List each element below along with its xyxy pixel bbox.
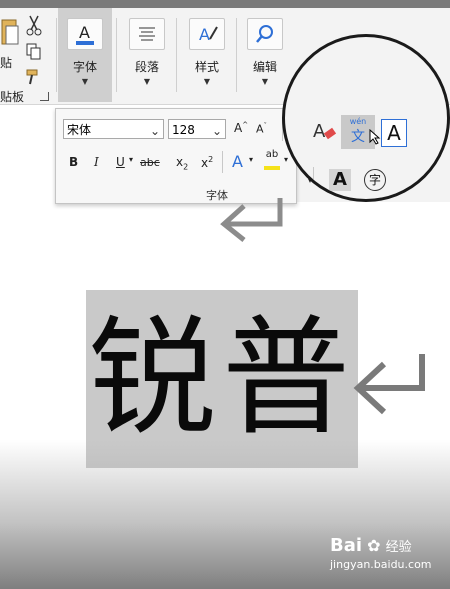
char-shading-button[interactable]: A [329,169,351,191]
font-dropdown-panel: 宋体 ⌄ 128 ⌄ A^ Aˇ B I U ▾ abc x2 x2 A ▾ a… [55,108,297,204]
paragraph-align-icon [129,18,165,50]
char-border-button[interactable]: A [381,119,407,147]
font-name-value: 宋体 [67,123,92,137]
chevron-down-icon[interactable]: ⌄ [150,121,160,141]
copy-icon [26,43,41,60]
superscript-mark: 2 [208,155,214,164]
magnifier-content: A wén 文 A A 字 [285,37,447,199]
styles-group-label: 样式 [194,60,219,74]
clipboard-launcher-icon[interactable] [40,92,49,101]
paragraph-mark-icon [353,354,425,415]
highlight-swatch [264,166,280,170]
font-group-button[interactable]: A 字体 ▼ [58,8,112,102]
grow-font-label: A [234,121,243,135]
grow-font-button[interactable]: A^ [234,121,248,135]
paragraph-mark-icon [220,198,283,242]
paragraph-group-label: 段落 [134,60,159,74]
chevron-down-icon[interactable]: ▾ [249,155,253,164]
search-icon [247,18,283,50]
group-separator [176,18,177,92]
styles-group-button[interactable]: A 样式 ▼ [180,8,234,102]
divider [222,151,223,173]
font-name-combobox[interactable]: 宋体 ⌄ [63,119,164,139]
strikethrough-button[interactable]: abc [140,156,160,169]
paragraph-group-button[interactable]: 段落 ▼ [120,8,174,102]
font-color-icon: A [67,18,103,50]
divider [313,167,314,193]
magnifier-circle: A wén 文 A A 字 [282,34,450,202]
svg-text:A: A [199,25,210,44]
shrink-font-label: A [256,122,264,136]
chevron-down-icon: ▼ [81,77,89,86]
shrink-font-button[interactable]: Aˇ [256,122,267,136]
subscript-mark: 2 [183,162,189,172]
group-separator [56,18,57,92]
italic-button[interactable]: I [94,155,99,169]
clear-format-label: A [313,121,326,142]
group-separator [236,18,237,92]
svg-text:A: A [79,23,90,42]
phonetic-top: wén [349,117,367,126]
clipboard-group: 贴 贴板 [0,8,55,104]
paw-icon: ✿ [367,536,381,555]
text-effects-button[interactable]: A [232,152,243,171]
chevron-down-icon[interactable]: ▾ [129,155,133,164]
clipboard-group-label: 贴板 [0,90,25,104]
window-top-strip [0,0,450,8]
clear-format-button[interactable]: A [313,121,337,142]
subscript-button[interactable]: x2 [176,155,188,171]
format-painter-icon [26,69,38,85]
paste-icon [1,19,19,45]
group-separator [116,18,117,92]
editing-group-button[interactable]: 编辑 ▼ [238,8,292,102]
watermark-url: jingyan.baidu.com [330,558,432,571]
watermark-brand: Bai [330,535,363,556]
font-size-value: 128 [172,123,195,137]
eraser-icon [323,127,337,140]
chevron-down-icon: ▼ [261,77,269,86]
chevron-down-icon: ▼ [203,77,211,86]
editing-group-label: 编辑 [252,60,277,74]
styles-icon: A [189,18,225,50]
superscript-button[interactable]: x2 [201,155,213,170]
underline-button[interactable]: U [116,155,125,169]
cut-icon [26,15,42,36]
chevron-down-icon[interactable]: ⌄ [212,121,222,141]
chevron-down-icon: ▼ [143,77,151,86]
highlight-button[interactable]: ab [264,149,280,170]
enclose-char-button[interactable]: 字 [364,169,386,191]
selected-document-text[interactable]: 锐普 [88,300,356,458]
mouse-pointer-icon [369,129,381,145]
bold-button[interactable]: B [69,155,78,169]
font-size-combobox[interactable]: 128 ⌄ [168,119,226,139]
watermark-brand-cn: 经验 [385,540,412,555]
highlight-label: ab [265,149,279,160]
paste-label[interactable]: 贴 [0,54,12,71]
baidu-watermark: Bai ✿ 经验 jingyan.baidu.com [330,535,445,585]
font-group-label: 字体 [72,60,97,74]
